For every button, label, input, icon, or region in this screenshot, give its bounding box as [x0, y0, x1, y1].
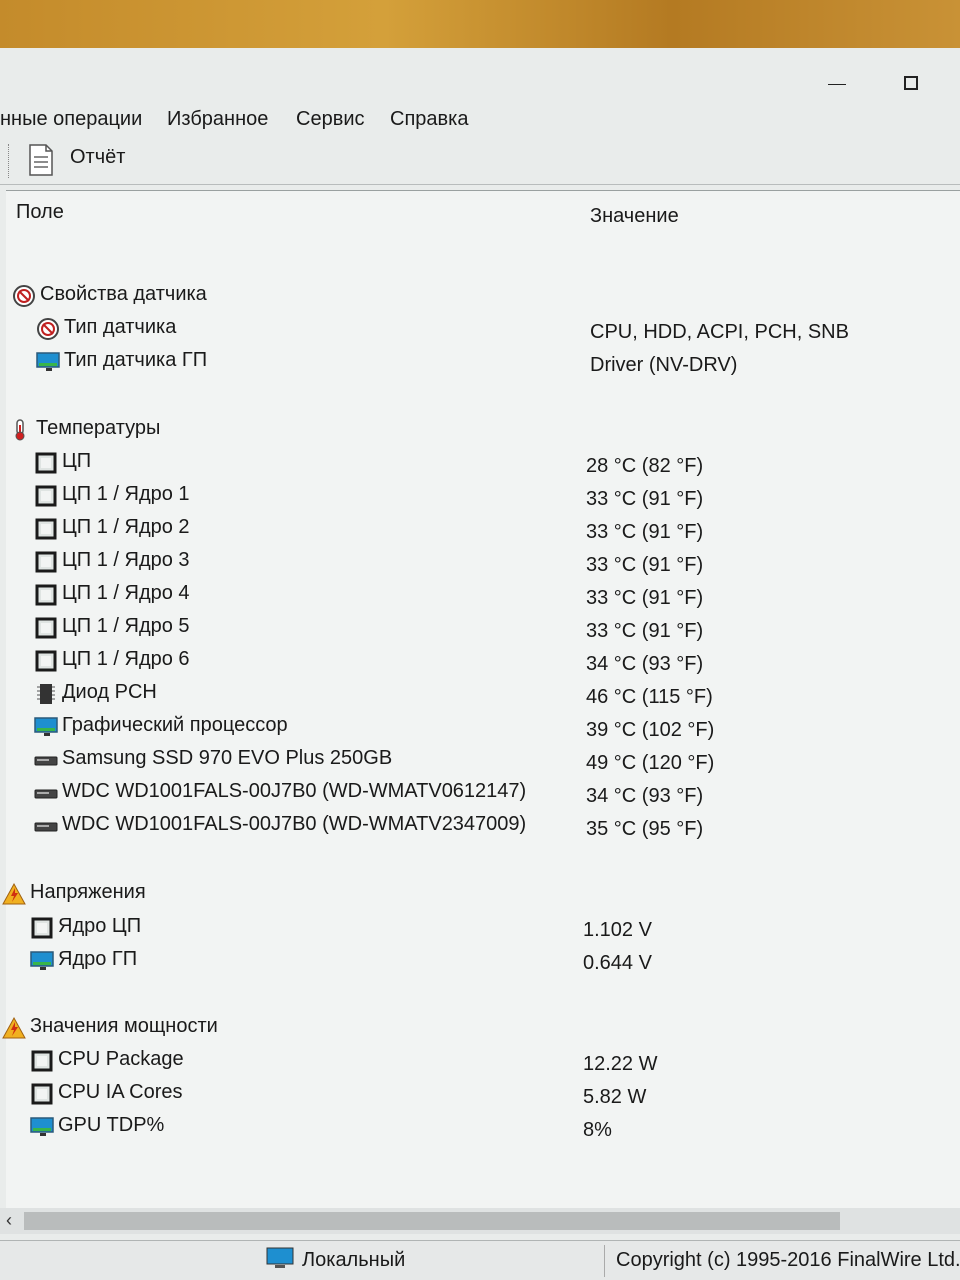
sensor-value: 1.102 V: [583, 919, 652, 941]
chip-icon: [34, 649, 58, 673]
group-title: Температуры: [36, 417, 161, 439]
sensor-value: 39 °C (102 °F): [586, 719, 715, 741]
disk-icon: [34, 748, 58, 772]
disk-icon: [34, 781, 58, 805]
sensor-label: Тип датчика ГП: [64, 349, 208, 371]
horizontal-scrollbar[interactable]: ‹: [0, 1208, 960, 1234]
sensor-label: Ядро ГП: [58, 948, 138, 970]
pch-icon: [34, 682, 58, 706]
report-button[interactable]: Отчёт: [70, 146, 125, 169]
status-bar: Локальный Copyright (c) 1995-2016 FinalW…: [0, 1240, 960, 1280]
monitor-icon: [36, 350, 60, 374]
sensor-value: Driver (NV-DRV): [590, 354, 738, 376]
sensor-value: 35 °C (95 °F): [586, 818, 704, 840]
sensor-label: Тип датчика: [64, 316, 177, 338]
sensor-label: WDC WD1001FALS-00J7B0 (WD-WMATV2347009): [62, 813, 527, 835]
sensor-value: 46 °C (115 °F): [586, 686, 713, 708]
chip-icon: [34, 583, 58, 607]
sensor-label: WDC WD1001FALS-00J7B0 (WD-WMATV0612147): [62, 780, 527, 802]
title-bar: [0, 48, 960, 98]
sensor-list[interactable]: Поле Значение Свойства датчика Тип датчик…: [2, 190, 960, 1211]
sensor-value: 0.644 V: [583, 952, 652, 974]
sensor-label: ЦП 1 / Ядро 2: [62, 516, 190, 538]
sensor-label: Samsung SSD 970 EVO Plus 250GB: [62, 747, 393, 769]
column-header-field[interactable]: Поле: [16, 201, 64, 224]
warning-icon: [2, 1016, 26, 1040]
sensor-value: 8%: [583, 1119, 612, 1141]
sensor-label: Графический процессор: [62, 714, 288, 736]
sensor-label: ЦП 1 / Ядро 1: [62, 483, 190, 505]
sensor-value: 34 °C (93 °F): [586, 653, 704, 675]
column-header-value[interactable]: Значение: [590, 205, 679, 228]
sensor-value: 28 °C (82 °F): [586, 455, 704, 477]
chip-icon: [34, 616, 58, 640]
chip-icon: [34, 517, 58, 541]
monitor-icon: [34, 715, 58, 739]
scrollbar-thumb[interactable]: [24, 1212, 840, 1230]
monitor-icon: [30, 949, 54, 973]
sensor-label: ЦП 1 / Ядро 5: [62, 615, 190, 637]
monitor-icon: [30, 1115, 54, 1139]
sensor-value: 33 °C (91 °F): [586, 521, 704, 543]
group-title: Свойства датчика: [40, 283, 207, 305]
toolbar: Отчёт: [0, 140, 960, 185]
menu-bar: нные операции Избранное Сервис Справка: [0, 102, 960, 136]
sensor-value: 49 °C (120 °F): [586, 752, 715, 774]
sensor-value: 33 °C (91 °F): [586, 620, 704, 642]
sensor-label: ЦП 1 / Ядро 6: [62, 648, 190, 670]
maximize-button[interactable]: [904, 76, 918, 90]
chip-icon: [30, 1049, 54, 1073]
group-title: Значения мощности: [30, 1015, 218, 1037]
chip-icon: [30, 916, 54, 940]
status-local: Локальный: [302, 1249, 406, 1271]
sensor-value: 5.82 W: [583, 1086, 647, 1108]
sensor-value: 33 °C (91 °F): [586, 488, 704, 510]
status-separator: [604, 1245, 605, 1277]
sensor-label: CPU IA Cores: [58, 1081, 183, 1103]
chip-icon: [30, 1082, 54, 1106]
sensor-label: CPU Package: [58, 1048, 184, 1070]
sensor-value: 34 °C (93 °F): [586, 785, 704, 807]
sensor-label: ЦП: [62, 450, 92, 472]
chip-icon: [34, 451, 58, 475]
sensor-icon: [36, 317, 60, 341]
status-copyright: Copyright (c) 1995-2016 FinalWire Ltd.: [616, 1249, 960, 1271]
computer-icon: [266, 1247, 294, 1268]
sensor-value: CPU, HDD, ACPI, PCH, SNB: [590, 321, 849, 343]
sensor-label: Диод PCH: [62, 681, 157, 703]
thermo-icon: [8, 418, 32, 442]
sensor-value: 33 °C (91 °F): [586, 554, 704, 576]
group-title: Напряжения: [30, 881, 146, 903]
sensor-label: Ядро ЦП: [58, 915, 142, 937]
sensor-value: 12.22 W: [583, 1053, 658, 1075]
chip-icon: [34, 550, 58, 574]
menu-service[interactable]: Сервис: [296, 102, 365, 136]
sensor-value: 33 °C (91 °F): [586, 587, 704, 609]
warning-icon: [2, 882, 26, 906]
report-icon[interactable]: [28, 144, 54, 176]
scroll-left-arrow-icon[interactable]: ‹: [6, 1210, 12, 1231]
menu-operations[interactable]: нные операции: [0, 102, 142, 136]
minimize-button[interactable]: [828, 84, 846, 85]
menu-favorites[interactable]: Избранное: [167, 102, 268, 136]
aida64-window: нные операции Избранное Сервис Справка О…: [0, 48, 960, 1280]
toolbar-separator: [8, 144, 11, 178]
disk-icon: [34, 814, 58, 838]
sensor-label: ЦП 1 / Ядро 3: [62, 549, 190, 571]
sensor-icon: [12, 284, 36, 308]
chip-icon: [34, 484, 58, 508]
sensor-label: GPU TDP%: [58, 1114, 165, 1136]
sensor-label: ЦП 1 / Ядро 4: [62, 582, 190, 604]
menu-help[interactable]: Справка: [390, 102, 468, 136]
